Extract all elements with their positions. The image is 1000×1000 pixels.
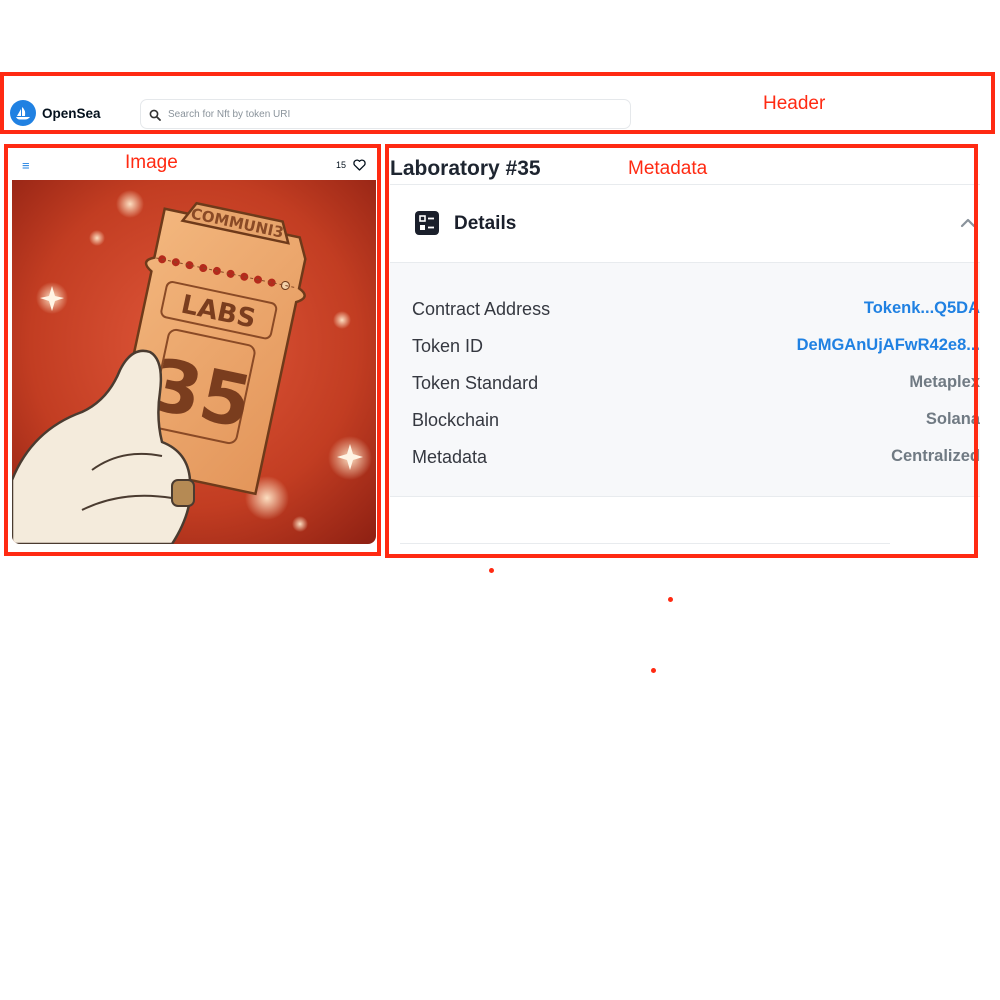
metadata-annotation-label: Metadata — [628, 158, 708, 179]
detail-row-blockchain: Blockchain Solana — [412, 410, 980, 434]
nft-title: Laboratory #35 — [390, 157, 541, 180]
details-list-icon — [415, 211, 439, 235]
red-dot — [668, 597, 673, 602]
image-panel-toolbar: ≡ 15 — [10, 152, 374, 180]
chevron-up-icon[interactable] — [960, 215, 976, 233]
red-dot — [651, 668, 656, 673]
red-dot — [489, 568, 494, 573]
detail-row-metadata: Metadata Centralized — [412, 447, 980, 471]
detail-row-token-id: Token ID DeMGAnUjAFwR42e8... — [412, 336, 980, 360]
detail-label: Metadata — [412, 447, 488, 467]
menu-icon[interactable]: ≡ — [22, 159, 30, 172]
header-annotation-label: Header — [763, 93, 826, 114]
metadata-card: Details Contract Address Tokenk...Q5DA T… — [390, 184, 980, 544]
detail-label: Token ID — [412, 336, 484, 356]
search-icon — [149, 108, 161, 121]
detail-row-token-standard: Token Standard Metaplex — [412, 373, 980, 397]
detail-label: Contract Address — [412, 299, 551, 319]
brand-name: OpenSea — [42, 105, 101, 121]
nft-image: COMMUNI3 LABS 35 — [12, 180, 376, 544]
image-panel: ≡ 15 COMMUNI3 LABS 35 — [10, 152, 376, 544]
favorite-control[interactable]: 15 — [336, 159, 366, 171]
header: OpenSea Search for Nft by token URI — [0, 72, 1000, 134]
details-title: Details — [454, 213, 517, 234]
detail-value: Metaplex — [909, 373, 980, 391]
contract-address-link[interactable]: Tokenk...Q5DA — [864, 299, 980, 318]
detail-label: Token Standard — [412, 373, 539, 393]
details-accordion-header[interactable]: Details — [390, 185, 980, 263]
search-input[interactable]: Search for Nft by token URI — [140, 99, 631, 129]
detail-value: Centralized — [891, 447, 980, 465]
like-count: 15 — [335, 160, 346, 170]
token-id-link[interactable]: DeMGAnUjAFwR42e8... — [797, 336, 980, 355]
search-placeholder: Search for Nft by token URI — [168, 108, 291, 120]
detail-row-contract-address: Contract Address Tokenk...Q5DA — [412, 299, 980, 323]
heart-icon[interactable] — [353, 159, 366, 171]
detail-value: Solana — [925, 410, 980, 428]
details-body: Contract Address Tokenk...Q5DA Token ID … — [390, 263, 980, 497]
detail-label: Blockchain — [412, 410, 500, 430]
opensea-logo-icon — [10, 100, 36, 126]
opensea-logo[interactable]: OpenSea — [10, 100, 101, 126]
image-annotation-label: Image — [125, 152, 178, 173]
divider — [400, 543, 890, 544]
